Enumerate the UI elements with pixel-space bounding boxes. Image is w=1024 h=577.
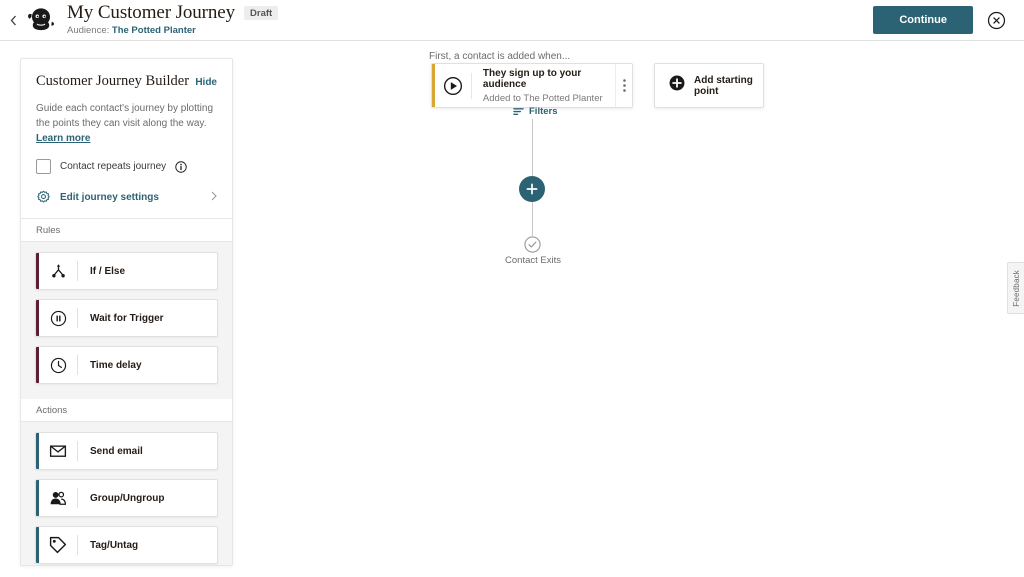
pause-circle-icon (39, 310, 77, 327)
header-actions: Continue (873, 6, 1024, 34)
contact-repeats-journey-label: Contact repeats journey (60, 161, 166, 172)
card-text: They sign up to your audience Added to T… (483, 68, 616, 104)
plus-icon (526, 183, 538, 195)
item-accent-bar (36, 253, 39, 289)
journey-canvas: First, a contact is added when... They s… (253, 41, 1024, 577)
starting-point-subtitle: Added to The Potted Planter (483, 93, 616, 104)
palette-item-label: If / Else (90, 266, 125, 277)
card-accent-bar (432, 64, 435, 107)
connector-line-upper (532, 119, 533, 176)
sidebar-header: Customer Journey Builder Hide Guide each… (21, 59, 232, 174)
branch-icon (39, 263, 77, 280)
people-icon (39, 489, 77, 507)
clock-icon (39, 357, 77, 374)
starting-point-title: They sign up to your audience (483, 68, 616, 90)
feedback-tab[interactable]: Feedback (1007, 262, 1024, 314)
palette-item-label: Tag/Untag (90, 540, 138, 551)
item-divider (77, 488, 78, 508)
item-accent-bar (36, 433, 39, 469)
contact-repeats-journey-row: Contact repeats journey (36, 159, 217, 174)
check-circle-icon[interactable] (524, 236, 541, 253)
palette-item-label: Group/Ungroup (90, 493, 164, 504)
section-body-actions: Send email Group/Ungroup (21, 422, 232, 566)
palette-item-label: Send email (90, 446, 143, 457)
palette-item-wait-for-trigger[interactable]: Wait for Trigger (35, 299, 218, 337)
add-journey-step-button[interactable] (519, 176, 545, 202)
mailchimp-freddie-logo (24, 3, 58, 37)
journey-builder-app: My Customer Journey Draft Audience: The … (0, 0, 1024, 577)
audience-link[interactable]: The Potted Planter (112, 25, 196, 36)
info-circle-icon[interactable] (175, 161, 187, 173)
item-divider (77, 355, 78, 375)
starting-point-card[interactable]: They sign up to your audience Added to T… (431, 63, 633, 108)
page-title: My Customer Journey (67, 3, 235, 23)
palette-item-if-else[interactable]: If / Else (35, 252, 218, 290)
item-divider (77, 261, 78, 281)
section-body-rules: If / Else Wait for Trigger (21, 242, 232, 399)
palette-item-time-delay[interactable]: Time delay (35, 346, 218, 384)
chevron-left-icon (10, 15, 17, 26)
learn-more-link[interactable]: Learn more (36, 133, 90, 144)
sidebar-title: Customer Journey Builder (36, 73, 189, 90)
play-circle-icon (435, 76, 471, 96)
palette-item-label: Time delay (90, 360, 142, 371)
sidebar-description: Guide each contact's journey by plotting… (36, 101, 217, 146)
palette-item-tag-untag[interactable]: Tag/Untag (35, 526, 218, 564)
hide-sidebar-button[interactable]: Hide (195, 77, 217, 88)
item-accent-bar (36, 347, 39, 383)
palette-item-send-email[interactable]: Send email (35, 432, 218, 470)
section-title-rules: Rules (36, 225, 60, 236)
title-row: My Customer Journey Draft (67, 3, 278, 23)
filters-label: Filters (529, 106, 558, 117)
journey-builder-sidebar: Customer Journey Builder Hide Guide each… (20, 58, 233, 566)
close-circle-icon[interactable] (987, 11, 1006, 30)
section-title-actions: Actions (36, 405, 67, 416)
envelope-icon (39, 442, 77, 460)
edit-journey-settings-label: Edit journey settings (60, 192, 159, 203)
back-button[interactable] (0, 0, 22, 41)
tag-icon (39, 536, 77, 554)
contact-repeats-journey-checkbox[interactable] (36, 159, 51, 174)
item-divider (77, 441, 78, 461)
add-starting-point-label: Add starting point (694, 75, 763, 97)
item-divider (77, 535, 78, 555)
audience-label: Audience: (67, 25, 109, 36)
sidebar-description-text: Guide each contact's journey by plotting… (36, 103, 213, 129)
header-title-block: My Customer Journey Draft Audience: The … (67, 3, 278, 37)
status-badge: Draft (244, 6, 278, 21)
app-header: My Customer Journey Draft Audience: The … (0, 0, 1024, 41)
sidebar-title-row: Customer Journey Builder Hide (36, 73, 217, 90)
audience-row: Audience: The Potted Planter (67, 25, 278, 37)
item-accent-bar (36, 300, 39, 336)
plus-circle-filled-icon (669, 75, 685, 96)
connector-line-lower (532, 202, 533, 236)
item-accent-bar (36, 480, 39, 516)
card-divider (471, 73, 472, 99)
contact-exits-label: Contact Exits (478, 255, 588, 266)
filters-button[interactable]: Filters (513, 106, 558, 117)
palette-item-group-ungroup[interactable]: Group/Ungroup (35, 479, 218, 517)
chevron-right-icon (211, 191, 217, 204)
gear-icon (36, 190, 51, 205)
feedback-label: Feedback (1012, 270, 1021, 307)
canvas-caption: First, a contact is added when... (429, 51, 570, 62)
section-header-actions: Actions (21, 399, 232, 422)
palette-item-label: Wait for Trigger (90, 313, 164, 324)
edit-journey-settings-button[interactable]: Edit journey settings (21, 190, 232, 219)
add-starting-point-button[interactable]: Add starting point (654, 63, 764, 108)
item-divider (77, 308, 78, 328)
filter-lines-icon (513, 106, 524, 117)
continue-button[interactable]: Continue (873, 6, 973, 34)
kebab-menu-icon[interactable] (615, 64, 632, 107)
item-accent-bar (36, 527, 39, 563)
section-header-rules: Rules (21, 219, 232, 242)
